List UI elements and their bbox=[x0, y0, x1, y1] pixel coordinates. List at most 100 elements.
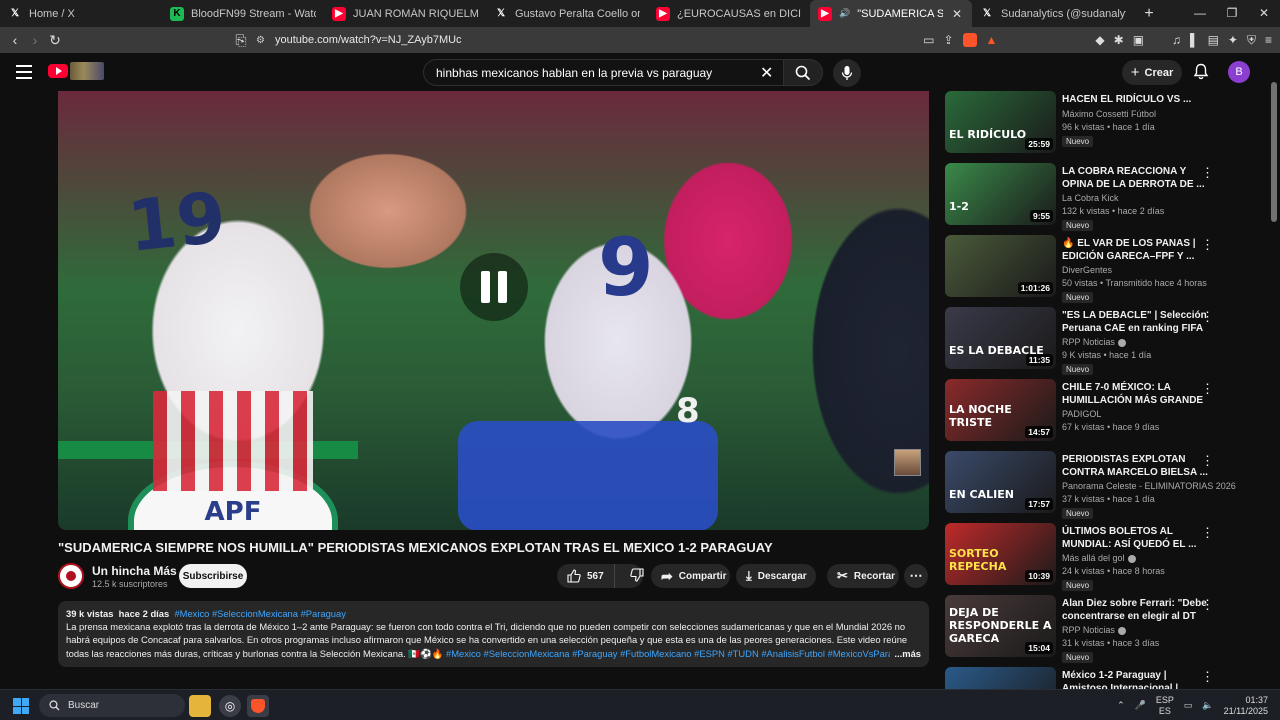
recommended-video[interactable]: México 1-2 Paraguay | Amistoso Internaci… bbox=[945, 667, 1270, 689]
ai-icon[interactable]: ✦ bbox=[1228, 33, 1238, 47]
browser-tab[interactable]: ▶ JUAN ROMÁN RIQUELME EN ENFOQ bbox=[324, 0, 486, 27]
description-box[interactable]: 39 k vistas hace 2 días #Mexico #Selecci… bbox=[58, 601, 929, 667]
more-vert-icon[interactable]: ⋮ bbox=[1201, 309, 1214, 325]
recommended-title[interactable]: HACEN EL RIDÍCULO VS ... bbox=[1062, 93, 1210, 106]
recommended-video[interactable]: EL RIDÍCULO 25:59 HACEN EL RIDÍCULO VS ...… bbox=[945, 91, 1270, 155]
more-vert-icon[interactable]: ⋮ bbox=[1201, 597, 1214, 613]
extensions-icon[interactable]: ✱ bbox=[1114, 33, 1124, 47]
close-tab-icon[interactable]: ✕ bbox=[950, 7, 964, 21]
video-thumbnail[interactable]: EL RIDÍCULO 25:59 bbox=[945, 91, 1056, 153]
site-info-icon[interactable]: ⚙ bbox=[256, 35, 265, 46]
file-explorer-icon[interactable] bbox=[189, 695, 211, 717]
address-bar[interactable]: ⚙ youtube.com/watch?v=NJ_ZAyb7MUc bbox=[256, 29, 462, 51]
windows-start-icon[interactable] bbox=[13, 698, 29, 714]
url-text[interactable]: youtube.com/watch?v=NJ_ZAyb7MUc bbox=[275, 34, 462, 46]
hashtag-link[interactable]: #TUDN bbox=[727, 648, 758, 659]
hashtag-link[interactable]: #AnalisisFutbol bbox=[761, 648, 825, 659]
forward-icon[interactable]: › bbox=[24, 32, 46, 48]
screenshot-icon[interactable]: ▣ bbox=[1133, 33, 1144, 47]
maximize-icon[interactable]: ❐ bbox=[1216, 0, 1248, 27]
recommended-channel[interactable]: PADIGOL bbox=[1062, 409, 1101, 419]
recommended-video[interactable]: EN CALIEN 17:57 PERIODISTAS EXPLOTAN CONTR… bbox=[945, 451, 1270, 519]
recommended-video[interactable]: 1-2 9:55 LA COBRA REACCIONA Y OPINA DE LA … bbox=[945, 163, 1270, 231]
hashtag-link[interactable]: #MexicoVsPara bbox=[828, 648, 894, 659]
browser-tab[interactable]: ▶ ¿EUROCAUSAS en DICIEMBRE?: PERU bbox=[648, 0, 810, 27]
steam-icon[interactable]: ◎ bbox=[219, 695, 241, 717]
channel-name[interactable]: Un hincha Más bbox=[92, 564, 177, 578]
recommended-title[interactable]: Alan Diez sobre Ferrari: "Debe concentra… bbox=[1062, 597, 1210, 623]
recommended-video[interactable]: SORTEO REPECHA 10:39 ÚLTIMOS BOLETOS AL MU… bbox=[945, 523, 1270, 591]
hashtag-link[interactable]: #Mexico bbox=[446, 648, 481, 659]
recommended-channel[interactable]: RPP Noticias bbox=[1062, 625, 1126, 635]
video-thumbnail[interactable]: 1:01:26 bbox=[945, 235, 1056, 297]
pause-icon[interactable] bbox=[460, 253, 528, 321]
hashtag-link[interactable]: #SeleccionMexicana bbox=[484, 648, 570, 659]
recommended-title[interactable]: ÚLTIMOS BOLETOS AL MUNDIAL: ASÍ QUEDÓ EL… bbox=[1062, 525, 1210, 551]
video-thumbnail[interactable] bbox=[945, 667, 1056, 689]
menu-icon[interactable]: ≡ bbox=[1265, 33, 1272, 47]
taskbar-search[interactable]: Buscar bbox=[39, 694, 185, 717]
recommended-title[interactable]: "ES LA DEBACLE" | Selección Peruana CAE … bbox=[1062, 309, 1210, 335]
browser-tab[interactable]: K BloodFN99 Stream - Watch Live on Ki bbox=[162, 0, 324, 27]
recommended-channel[interactable]: Panorama Celeste - ELIMINATORIAS 2026 bbox=[1062, 481, 1236, 491]
reload-icon[interactable]: ↻ bbox=[44, 32, 66, 49]
tray-chevron-icon[interactable]: ⌃ bbox=[1117, 700, 1125, 711]
recommended-video[interactable]: ES LA DEBACLE 11:35 "ES LA DEBACLE" | Sele… bbox=[945, 307, 1270, 375]
brave-browser-icon[interactable] bbox=[247, 695, 269, 717]
browser-tab[interactable]: 𝕏 Sudanalytics (@sudanalytics_) / X bbox=[972, 0, 1134, 27]
clock[interactable]: 01:37 21/11/2025 bbox=[1224, 695, 1268, 717]
recommended-channel[interactable]: La Cobra Kick bbox=[1062, 193, 1119, 203]
more-vert-icon[interactable]: ⋮ bbox=[1201, 669, 1214, 685]
recommended-title[interactable]: México 1-2 Paraguay | Amistoso Internaci… bbox=[1062, 669, 1210, 689]
subscribe-button[interactable]: Subscribirse bbox=[179, 564, 247, 588]
more-vert-icon[interactable]: ⋮ bbox=[1201, 381, 1214, 397]
leo-icon[interactable]: ◆ bbox=[1095, 33, 1104, 47]
language-indicator[interactable]: ESP ES bbox=[1156, 695, 1174, 717]
account-avatar[interactable]: B bbox=[1228, 61, 1250, 83]
recommended-channel[interactable]: DiverGentes bbox=[1062, 265, 1112, 275]
back-icon[interactable]: ‹ bbox=[4, 32, 26, 48]
hashtag-link[interactable]: #SeleccionMexicana bbox=[212, 608, 298, 619]
hashtag-link[interactable]: #FutbolMexicano bbox=[620, 648, 691, 659]
search-query-text[interactable]: hinbhas mexicanos hablan en la previa vs… bbox=[436, 66, 712, 80]
show-more-link[interactable]: ...más bbox=[890, 646, 921, 660]
more-vert-icon[interactable]: ⋮ bbox=[1201, 237, 1214, 253]
page-scrollbar[interactable] bbox=[1271, 82, 1277, 222]
more-vert-icon[interactable]: ⋮ bbox=[1201, 453, 1214, 469]
more-actions-button[interactable]: ⋯ bbox=[904, 564, 928, 588]
brave-shields-icon[interactable] bbox=[962, 33, 977, 47]
video-thumbnail[interactable]: LA NOCHE TRISTE 14:57 bbox=[945, 379, 1056, 441]
create-button[interactable]: + Crear bbox=[1122, 60, 1182, 85]
tray-mic-icon[interactable]: 🎤 bbox=[1135, 700, 1146, 711]
new-tab-icon[interactable]: + bbox=[1134, 5, 1164, 23]
like-button[interactable]: 567 bbox=[557, 564, 615, 588]
more-vert-icon[interactable]: ⋮ bbox=[1201, 525, 1214, 541]
wallet-icon[interactable]: ▤ bbox=[1208, 33, 1219, 47]
voice-search-button[interactable] bbox=[833, 59, 861, 87]
network-icon[interactable]: ▭ bbox=[1184, 700, 1193, 711]
recommended-title[interactable]: PERIODISTAS EXPLOTAN CONTRA MARCELO BIEL… bbox=[1062, 453, 1210, 479]
recommended-channel[interactable]: Máximo Cossetti Fútbol bbox=[1062, 109, 1156, 119]
notifications-bell-icon[interactable] bbox=[1193, 63, 1209, 83]
video-thumbnail[interactable]: 1-2 9:55 bbox=[945, 163, 1056, 225]
browser-tab[interactable]: 𝕏 Home / X bbox=[0, 0, 162, 27]
browser-tab[interactable]: 𝕏 Gustavo Peralta Coello on X: "¡ATEN bbox=[486, 0, 648, 27]
minimize-icon[interactable]: — bbox=[1184, 0, 1216, 27]
video-player[interactable]: APF 19 9 8 bbox=[58, 91, 929, 530]
download-button[interactable]: ⤓ Descargar bbox=[736, 564, 816, 588]
video-thumbnail[interactable]: SORTEO REPECHA 10:39 bbox=[945, 523, 1056, 585]
hashtag-link[interactable]: #Mexico bbox=[174, 608, 209, 619]
browser-tab[interactable]: ▶ 🔊 "SUDAMERICA SIEMPRE NOS ✕ bbox=[810, 0, 972, 27]
guide-menu-icon[interactable] bbox=[16, 65, 32, 79]
share-button[interactable]: ➦ Compartir bbox=[651, 564, 730, 588]
recommended-video[interactable]: DEJA DE RESPONDERLE A GARECA 15:04 Alan Di… bbox=[945, 595, 1270, 663]
rewards-icon[interactable]: ▲ bbox=[986, 33, 998, 47]
youtube-doodle-logo[interactable] bbox=[70, 62, 104, 80]
recommended-title[interactable]: CHILE 7-0 MÉXICO: LA HUMILLACIÓN MÁS GRA… bbox=[1062, 381, 1210, 407]
recommended-video[interactable]: 1:01:26 🔥 EL VAR DE LOS PANAS | EDICIÓN G… bbox=[945, 235, 1270, 303]
channel-avatar[interactable] bbox=[58, 563, 84, 589]
recommended-channel[interactable]: Más allá del gol bbox=[1062, 553, 1136, 563]
youtube-logo-icon[interactable] bbox=[48, 64, 68, 78]
channel-watermark[interactable] bbox=[894, 449, 921, 476]
more-vert-icon[interactable]: ⋮ bbox=[1201, 165, 1214, 181]
